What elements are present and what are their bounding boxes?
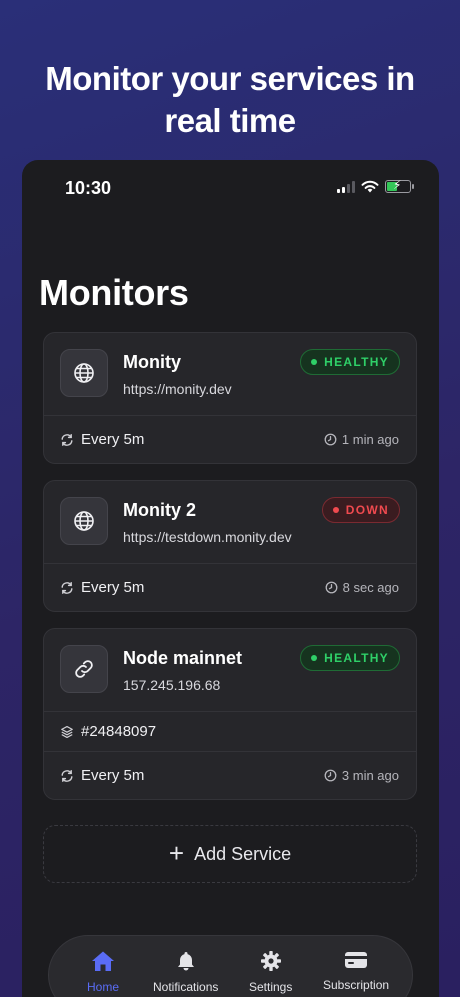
status-time: 10:30 [65,178,112,198]
monitor-url: https://monity.dev [123,381,232,397]
bell-icon [177,952,194,971]
refresh-icon [61,433,73,446]
plus-icon: + [168,838,185,868]
monitor-card[interactable]: Monity https://monity.dev HEALTHY Every … [43,332,417,464]
check-interval: Every 5m [81,579,145,596]
tab-bar: Home Notifications Settings Subscription [48,935,413,997]
check-interval: Every 5m [81,431,145,448]
refresh-icon [61,769,73,782]
hero-title: Monitor your services in real time [45,60,415,139]
tab-home[interactable]: Home [87,950,119,994]
status-bar: 10:30 ⚡ [22,160,439,216]
tab-label: Home [87,980,120,994]
monitor-footer: Every 5m 1 min ago [44,415,416,463]
clock-icon [324,433,337,446]
monitor-name: Monity 2 [123,500,197,520]
monitor-card[interactable]: Node mainnet 157.245.196.68 HEALTHY #248… [43,628,417,800]
tab-settings[interactable]: Settings [249,950,292,994]
status-badge: HEALTHY [300,349,400,375]
refresh-icon [61,581,73,594]
add-service-label: Add Service [194,843,292,864]
last-check: 3 min ago [341,768,399,783]
last-check: 8 sec ago [342,580,399,595]
monitor-footer: Every 5m 3 min ago [44,751,416,799]
status-label: HEALTHY [324,651,389,665]
gear-icon [260,951,281,971]
clock-icon [325,581,338,594]
status-label: DOWN [345,503,389,517]
block-height: #24848097 [81,723,157,740]
tab-label: Notifications [153,980,219,994]
status-dot-icon [311,359,318,365]
status-label: HEALTHY [324,355,389,369]
monitor-name: Monity [123,352,181,372]
layers-icon [61,725,73,738]
cellular-signal-icon [337,180,355,193]
status-dot-icon [311,655,318,661]
tab-label: Settings [249,980,293,994]
tab-subscription[interactable]: Subscription [323,950,389,992]
status-dot-icon [332,507,339,513]
clock-icon [324,769,337,782]
page-title: Monitors [39,272,189,313]
block-height-row: #24848097 [44,711,416,751]
check-interval: Every 5m [81,767,145,784]
house-icon [92,951,114,971]
globe-icon [60,349,108,397]
monitor-footer: Every 5m 8 sec ago [44,563,416,611]
add-service-button[interactable]: + Add Service [43,825,417,883]
tab-label: Subscription [323,978,390,992]
monitor-name: Node mainnet [123,648,243,668]
monitor-url: 157.245.196.68 [123,677,221,693]
status-badge: DOWN [321,497,400,523]
status-badge: HEALTHY [300,645,400,671]
status-icons: ⚡ [337,178,414,193]
wifi-icon [361,180,379,193]
battery-icon: ⚡ [385,178,414,193]
monitor-card[interactable]: Monity 2 https://testdown.monity.dev DOW… [43,480,417,612]
link-icon [60,645,108,693]
phone-screen: 10:30 ⚡ Monitors Monity https://monity.d… [22,160,439,997]
globe-icon [60,497,108,545]
tab-notifications[interactable]: Notifications [153,950,218,994]
monitor-url: https://testdown.monity.dev [123,529,292,545]
last-check: 1 min ago [341,432,399,447]
credit-card-icon [345,952,368,968]
